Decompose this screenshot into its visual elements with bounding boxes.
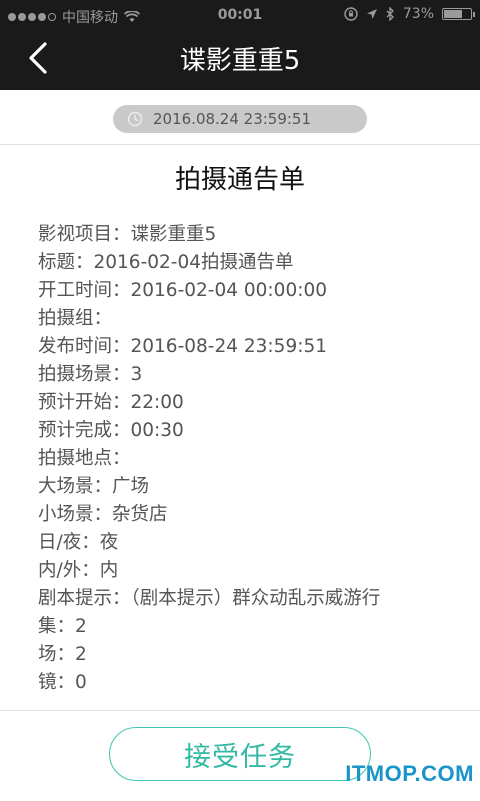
bluetooth-icon (386, 7, 394, 21)
notice-field-row: 拍摄地点： (38, 448, 131, 469)
location-icon (366, 9, 377, 19)
notice-field-row: 大场景：广场 (38, 476, 150, 497)
notice-field-row: 日/夜：夜 (38, 532, 119, 553)
notice-content[interactable]: 拍摄通告单 影视项目：谍影重重5 标题：2016-02-04拍摄通告单开工时间：2… (0, 145, 480, 710)
battery-percent: 73% (402, 6, 434, 22)
notice-title: 拍摄通告单 (174, 165, 305, 195)
watermark-logo: ITMOP.COM (345, 761, 474, 786)
accept-task-button[interactable]: 接受任务 (109, 727, 371, 781)
timestamp-text: 2016.08.24 23:59:51 (153, 110, 312, 128)
notice-field-row: 场：2 (38, 644, 87, 665)
notice-field-row: 镜：0 (38, 672, 87, 693)
notice-field-row: 预计开始：22:00 (38, 392, 184, 413)
nav-bar: 谍影重重5 (0, 32, 480, 90)
header: 中国移动 00:01 73% 谍影重重5 (0, 0, 480, 90)
notice-field-row: 发布时间：2016-08-24 23:59:51 (38, 336, 327, 357)
notice-field-row: 拍摄组： (38, 308, 113, 329)
notice-field-row: 影视项目：谍影重重5 (38, 224, 217, 245)
notice-field-row: 内/外：内 (38, 560, 119, 581)
notice-field-row: 开工时间：2016-02-04 00:00:00 (38, 280, 327, 301)
notice-field-row: 预计完成：00:30 (38, 420, 184, 441)
notice-field-row: 剧本提示：（剧本提示）群众动乱示威游行 (38, 588, 381, 609)
page-title: 谍影重重5 (179, 46, 301, 76)
notice-field-row: 拍摄场景：3 (38, 364, 143, 385)
rotation-lock-icon (344, 7, 358, 21)
notice-fields: 影视项目：谍影重重5 标题：2016-02-04拍摄通告单开工时间：2016-02… (38, 221, 448, 697)
notice-field-row: 标题：2016-02-04拍摄通告单 (38, 252, 294, 273)
clock-icon (127, 111, 143, 127)
timestamp-badge: 2016.08.24 23:59:51 (113, 105, 367, 133)
battery-icon (442, 8, 475, 20)
notice-field-row: 集：2 (38, 616, 87, 637)
status-bar: 中国移动 00:01 73% (0, 0, 480, 32)
status-right: 73% (344, 6, 475, 22)
timestamp-band: 2016.08.24 23:59:51 (0, 90, 480, 145)
bottom-bar: 接受任务 ITMOP.COM (0, 710, 480, 801)
notice-field-row: 小场景：杂货店 (38, 504, 168, 525)
